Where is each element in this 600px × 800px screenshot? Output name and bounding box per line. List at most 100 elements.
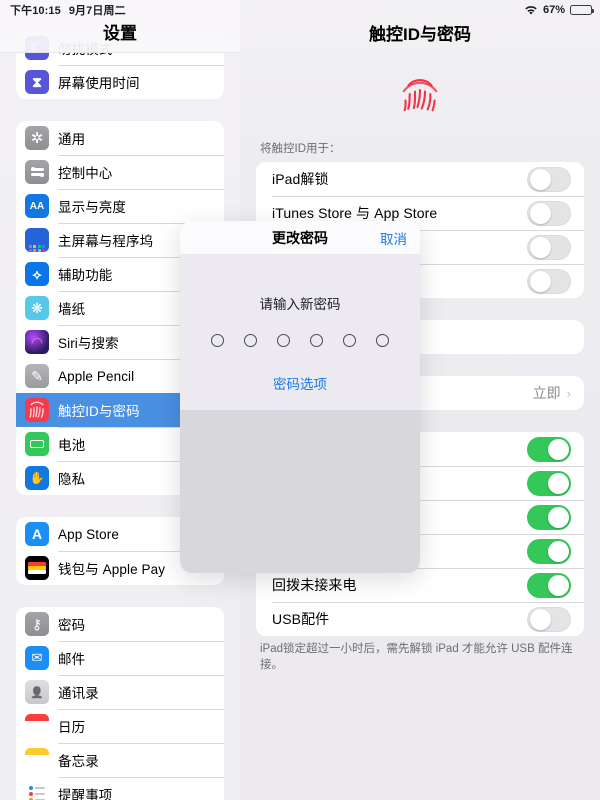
settings-row-label: iPad解锁: [272, 171, 329, 187]
toggle-knob: [547, 507, 569, 528]
home-screen-dock-icon: [25, 228, 49, 252]
sidebar-item-mail[interactable]: 邮件: [16, 641, 224, 675]
sidebar-item-label: 日历: [58, 720, 86, 735]
passcode-dot: [310, 334, 323, 347]
section-footer-usb: iPad锁定超过一小时后，需先解锁 iPad 才能允许 USB 配件连接。: [260, 643, 573, 671]
sidebar-item-label: Apple Pencil: [58, 368, 135, 384]
control-center-icon: [25, 160, 49, 184]
sidebar-item-notes[interactable]: 备忘录: [16, 743, 224, 777]
toggle-switch[interactable]: [527, 572, 571, 598]
toggle-knob: [547, 541, 569, 562]
passcode-dot: [277, 334, 290, 347]
toggle-knob: [529, 203, 551, 224]
app-store-icon: [25, 522, 49, 546]
sidebar-item-label: 墙纸: [58, 302, 86, 317]
sidebar-item-label: 提醒事项: [58, 788, 113, 800]
contacts-icon: [25, 680, 49, 704]
status-bar-time: 下午10:15: [10, 5, 61, 17]
toggle-knob: [529, 271, 551, 292]
sidebar-item-label: 主屏幕与程序坞: [58, 234, 154, 249]
toggle-knob: [547, 473, 569, 494]
sidebar-item-label: Siri与搜索: [58, 336, 119, 351]
passcode-dot: [376, 334, 389, 347]
chevron-right-icon: ›: [566, 385, 571, 401]
accessibility-icon: [25, 262, 49, 286]
notes-icon: [25, 748, 49, 772]
wifi-icon: [524, 5, 538, 16]
sidebar-item-display-brightness[interactable]: AA 显示与亮度: [16, 189, 224, 223]
sidebar-item-calendar[interactable]: 日历: [16, 709, 224, 743]
modal-top-section: 更改密码 取消 请输入新密码 密码选项: [180, 221, 420, 410]
settings-row[interactable]: USB配件: [256, 602, 584, 636]
toggle-knob: [529, 169, 551, 190]
settings-row[interactable]: iPad解锁: [256, 162, 584, 196]
sidebar-item-label: 通用: [58, 132, 86, 147]
modal-title-bar: 更改密码 取消: [180, 221, 420, 255]
passcode-dot: [244, 334, 257, 347]
onscreen-keyboard-area[interactable]: [180, 410, 420, 573]
screen-time-icon: [25, 70, 49, 94]
passcode-dot: [343, 334, 356, 347]
toggle-switch[interactable]: [527, 234, 571, 260]
toggle-switch[interactable]: [527, 268, 571, 294]
sidebar-item-label: App Store: [58, 526, 119, 542]
battery-settings-icon: [25, 432, 49, 456]
status-bar-left: 下午10:15 9月7日周二: [10, 2, 126, 18]
ipad-settings-screen: 下午10:15 9月7日周二 67% 设置 勿扰模式屏幕使用时间通用控制中心AA…: [0, 0, 600, 800]
sidebar-item-label: 备忘录: [58, 754, 99, 769]
toggle-knob: [547, 575, 569, 596]
sidebar-item-general-gear[interactable]: 通用: [16, 121, 224, 155]
toggle-switch[interactable]: [527, 200, 571, 226]
settings-row[interactable]: 回拨未接来电: [256, 568, 584, 602]
general-gear-icon: [25, 126, 49, 150]
apple-pencil-icon: [25, 364, 49, 388]
reminders-icon: [25, 782, 49, 800]
modal-title: 更改密码: [272, 229, 328, 246]
page-title: 触控ID与密码: [369, 25, 471, 44]
sidebar-item-label: 通讯录: [58, 686, 99, 701]
settings-row-label: USB配件: [272, 611, 330, 627]
battery-icon: [570, 5, 594, 15]
toggle-switch[interactable]: [527, 606, 571, 632]
toggle-switch[interactable]: [527, 436, 571, 462]
status-bar-right: 67%: [524, 4, 594, 16]
passcode-prompt: 请输入新密码: [259, 297, 341, 312]
calendar-icon: [25, 714, 49, 738]
privacy-hand-icon: [25, 466, 49, 490]
passwords-key-icon: [25, 612, 49, 636]
sidebar-item-reminders[interactable]: 提醒事项: [16, 777, 224, 800]
siri-icon: [25, 330, 49, 354]
mail-icon: [25, 646, 49, 670]
status-bar: 下午10:15 9月7日周二 67%: [0, 0, 600, 20]
sidebar-title: 设置: [103, 24, 137, 43]
sidebar-item-label: 电池: [58, 438, 86, 453]
sidebar-item-screen-time[interactable]: 屏幕使用时间: [16, 65, 224, 99]
sidebar-item-control-center[interactable]: 控制中心: [16, 155, 224, 189]
passcode-input[interactable]: [180, 334, 420, 347]
settings-row-label: iTunes Store 与 App Store: [272, 205, 438, 221]
settings-row-label: 回拨未接来电: [272, 577, 357, 593]
status-bar-date: 9月7日周二: [68, 5, 126, 17]
sidebar-item-label: 密码: [58, 618, 86, 633]
sidebar-item-label: 触控ID与密码: [58, 404, 140, 419]
sidebar-item-label: 钱包与 Apple Pay: [58, 562, 166, 577]
passcode-dot: [211, 334, 224, 347]
section-header-use-touchid: 将触控ID用于：: [260, 143, 341, 155]
sidebar-item-contacts[interactable]: 通讯录: [16, 675, 224, 709]
battery-percent-label: 67%: [542, 4, 565, 16]
touch-id-icon: [25, 398, 49, 422]
sidebar-item-label: 辅助功能: [58, 268, 113, 283]
toggle-switch[interactable]: [527, 538, 571, 564]
toggle-switch[interactable]: [527, 470, 571, 496]
toggle-knob: [547, 439, 569, 460]
sidebar-item-label: 控制中心: [58, 166, 113, 181]
cancel-button[interactable]: 取消: [380, 228, 407, 248]
wallpaper-icon: [25, 296, 49, 320]
toggle-knob: [529, 609, 551, 630]
display-brightness-icon: AA: [25, 194, 49, 218]
toggle-switch[interactable]: [527, 166, 571, 192]
sidebar-item-passwords-key[interactable]: 密码: [16, 607, 224, 641]
toggle-switch[interactable]: [527, 504, 571, 530]
passcode-options-button[interactable]: 密码选项: [180, 373, 420, 393]
settings-row-value: 立即: [532, 385, 561, 401]
